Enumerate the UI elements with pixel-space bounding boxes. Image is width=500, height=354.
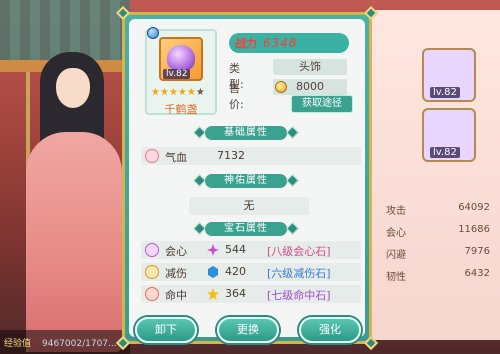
star-rating: ★★★★★★ xyxy=(151,87,217,99)
crit-stone-icon xyxy=(207,244,219,256)
price-value: 8000 xyxy=(296,80,324,93)
stat-label: 韧性 xyxy=(386,272,406,283)
diamond-icon xyxy=(286,174,299,187)
star-icon: ★ xyxy=(177,87,187,98)
item-level: lv.82 xyxy=(163,69,191,79)
gem-stone-link[interactable]: [七级命中石] xyxy=(267,287,331,303)
section-title: 基础属性 xyxy=(224,127,268,138)
attr-label: 气血 xyxy=(165,151,187,164)
stat-value: 7976 xyxy=(464,246,490,257)
experience-label: 经验值 xyxy=(4,339,32,349)
price-label: 售价: xyxy=(229,82,244,111)
gem-row: 减伤 420 [六级减伤石] xyxy=(141,263,361,281)
stat-value: 11686 xyxy=(458,224,490,235)
diamond-icon xyxy=(286,222,299,235)
section-header-base: 基础属性 xyxy=(191,125,301,141)
hit-stone-icon xyxy=(207,288,219,300)
stat-value: 6432 xyxy=(464,268,490,279)
blessing-value: 无 xyxy=(189,197,309,215)
shield-icon xyxy=(145,265,159,279)
section-header-blessing: 神佑属性 xyxy=(191,173,301,189)
item-detail-panel: lv.82 ★★★★★★ 千鹤盏 战力 6348 类型: 头饰 售价: 8000… xyxy=(115,5,379,351)
get-source-button[interactable]: 获取途径 xyxy=(291,95,353,113)
gem-label: 会心 xyxy=(165,245,187,258)
crit-icon xyxy=(145,243,159,257)
gem-label: 命中 xyxy=(165,289,187,302)
stat-row: 韧性 6432 xyxy=(376,268,498,286)
stat-row: 闪避 7976 xyxy=(376,246,498,264)
star-empty-icon: ★ xyxy=(195,87,205,98)
star-icon: ★ xyxy=(168,87,178,98)
star-icon: ★ xyxy=(186,87,196,98)
reduction-stone-icon xyxy=(208,266,218,278)
attr-row: 气血 7132 xyxy=(141,147,361,165)
section-header-gem: 宝石属性 xyxy=(191,221,301,237)
gem-stone-link[interactable]: [六级减伤石] xyxy=(267,265,331,281)
panel-content: lv.82 ★★★★★★ 千鹤盏 战力 6348 类型: 头饰 售价: 8000… xyxy=(129,19,365,343)
gem-stone-link[interactable]: [八级会心石] xyxy=(267,243,331,259)
replace-button[interactable]: 更换 xyxy=(217,317,279,343)
heart-icon xyxy=(145,149,159,163)
gem-label: 减伤 xyxy=(165,267,187,280)
equipment-slot[interactable]: lv.82 xyxy=(422,48,476,102)
character-face xyxy=(56,68,90,108)
item-card: lv.82 ★★★★★★ 千鹤盏 xyxy=(145,27,217,116)
experience-bar: 经验值 9467002/1707... xyxy=(0,330,130,354)
diamond-icon xyxy=(286,126,299,139)
diamond-icon xyxy=(193,222,206,235)
item-name: 千鹤盏 xyxy=(164,103,198,116)
stat-label: 闪避 xyxy=(386,250,406,261)
gem-value: 364 xyxy=(225,287,246,300)
section-title: 神佑属性 xyxy=(224,175,268,186)
star-icon: ★ xyxy=(159,87,169,98)
type-value: 头饰 xyxy=(273,59,347,75)
power-row: 战力 6348 xyxy=(229,33,349,53)
character-robe xyxy=(26,132,122,352)
stat-label: 会心 xyxy=(386,228,406,239)
gem-row: 会心 544 [八级会心石] xyxy=(141,241,361,259)
power-label: 战力 xyxy=(235,37,257,50)
target-icon xyxy=(145,287,159,301)
gem-value: 544 xyxy=(225,243,246,256)
slot-level: lv.82 xyxy=(430,87,460,98)
crane-cup-icon xyxy=(167,45,195,71)
enhance-button[interactable]: 强化 xyxy=(299,317,361,343)
gem-row: 命中 364 [七级命中石] xyxy=(141,285,361,303)
coin-icon xyxy=(275,81,287,93)
attr-value: 7132 xyxy=(217,149,245,162)
diamond-icon xyxy=(193,174,206,187)
stat-row: 攻击 64092 xyxy=(376,202,498,220)
price-box: 8000 xyxy=(273,79,347,95)
orb-icon xyxy=(147,27,159,39)
stat-label: 攻击 xyxy=(386,206,406,217)
experience-value: 9467002/1707... xyxy=(42,339,117,349)
gem-value: 420 xyxy=(225,265,246,278)
star-icon: ★ xyxy=(151,87,160,98)
right-equipment-panel: lv.82 lv.82 攻击 64092 会心 11686 闪避 7976 韧性… xyxy=(368,10,500,340)
diamond-icon xyxy=(193,126,206,139)
section-title: 宝石属性 xyxy=(224,223,268,234)
character-portrait xyxy=(18,32,128,352)
power-value: 6348 xyxy=(263,36,298,50)
stat-row: 会心 11686 xyxy=(376,224,498,242)
stat-value: 64092 xyxy=(458,202,490,213)
unequip-button[interactable]: 卸下 xyxy=(135,317,197,343)
item-icon[interactable]: lv.82 xyxy=(159,37,203,81)
equipment-slot[interactable]: lv.82 xyxy=(422,108,476,162)
slot-level: lv.82 xyxy=(430,147,460,158)
